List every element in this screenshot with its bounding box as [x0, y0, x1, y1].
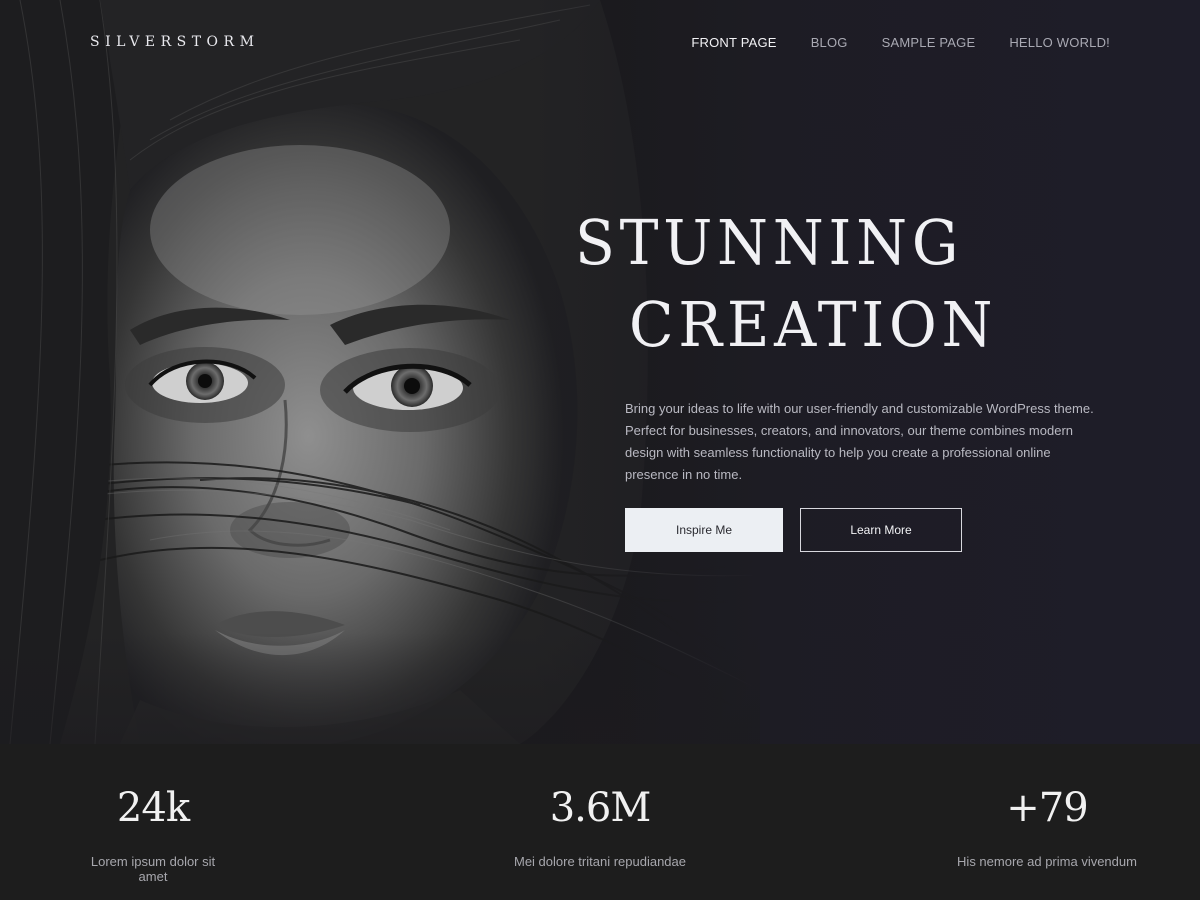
- nav-item-front-page[interactable]: FRONT PAGE: [691, 35, 776, 50]
- stats-section: 24k Lorem ipsum dolor sit amet 3.6M Mei …: [0, 744, 1200, 900]
- stat-item: 24k Lorem ipsum dolor sit amet: [76, 788, 230, 884]
- inspire-me-button[interactable]: Inspire Me: [625, 508, 783, 552]
- learn-more-button[interactable]: Learn More: [800, 508, 962, 552]
- hero-section: SILVERSTORM FRONT PAGE BLOG SAMPLE PAGE …: [0, 0, 1200, 744]
- nav-item-blog[interactable]: BLOG: [811, 35, 848, 50]
- stat-item: 3.6M Mei dolore tritani repudiandae: [510, 788, 690, 869]
- nav-item-sample-page[interactable]: SAMPLE PAGE: [882, 35, 976, 50]
- hero-headline: STUNNING CREATION: [575, 212, 1021, 356]
- main-navigation: FRONT PAGE BLOG SAMPLE PAGE HELLO WORLD!: [691, 35, 1110, 50]
- stat-item: +79 His nemore ad prima vivendum: [956, 788, 1138, 869]
- hero-headline-line-2: CREATION: [629, 288, 998, 361]
- hero-description: Bring your ideas to life with our user-f…: [625, 401, 1094, 482]
- site-title-link[interactable]: SILVERSTORM: [90, 34, 259, 50]
- stat-value: 3.6M: [549, 785, 652, 831]
- stat-label: Mei dolore tritani repudiandae: [514, 854, 686, 869]
- stat-value: 24k: [116, 785, 190, 831]
- stat-label: Lorem ipsum dolor sit amet: [90, 854, 216, 884]
- nav-item-hello-world[interactable]: HELLO WORLD!: [1009, 35, 1110, 50]
- stat-value: +79: [1006, 785, 1088, 831]
- hero-portrait-image: [0, 0, 760, 744]
- hero-headline-line-1: STUNNING: [575, 206, 964, 279]
- stat-label: His nemore ad prima vivendum: [957, 854, 1137, 869]
